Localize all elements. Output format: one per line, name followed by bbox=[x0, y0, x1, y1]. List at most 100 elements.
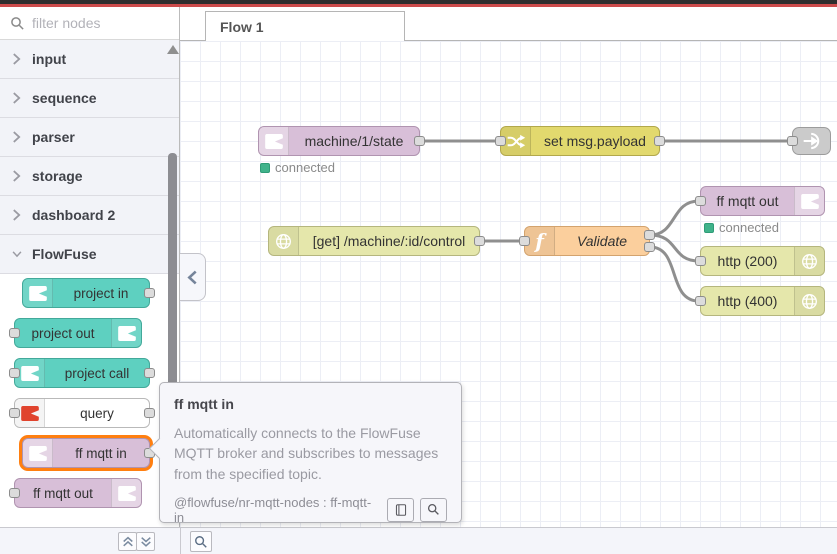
input-port[interactable] bbox=[9, 328, 20, 338]
node-label: Validate bbox=[576, 233, 628, 249]
category-label: storage bbox=[32, 168, 83, 184]
output-port[interactable] bbox=[654, 136, 665, 146]
output-port[interactable] bbox=[414, 136, 425, 146]
palette-node-ff-mqtt-out[interactable]: ff mqtt out bbox=[9, 478, 142, 508]
node-label: ff mqtt out bbox=[716, 193, 779, 209]
input-port[interactable] bbox=[695, 296, 706, 306]
palette-node-label: project in bbox=[73, 285, 129, 301]
palette-node-label: project call bbox=[64, 365, 130, 381]
palette-categories: input sequence parser storage dashboard … bbox=[0, 40, 179, 274]
node-http-in-get-machine-control[interactable]: [get] /machine/:id/control bbox=[268, 226, 485, 256]
palette-toggle-button[interactable] bbox=[180, 253, 206, 301]
double-chevron-down-icon bbox=[140, 536, 151, 547]
input-port[interactable] bbox=[9, 488, 20, 498]
status-label: connected bbox=[719, 220, 779, 235]
editor-footer bbox=[0, 527, 837, 554]
category-label: FlowFuse bbox=[32, 246, 97, 262]
output-port[interactable] bbox=[474, 236, 485, 246]
palette-node-query[interactable]: query bbox=[9, 398, 155, 428]
tab-flow-1[interactable]: Flow 1 bbox=[205, 11, 405, 41]
chevron-right-icon bbox=[12, 91, 22, 105]
node-label: machine/1/state bbox=[304, 133, 404, 149]
open-docs-button[interactable] bbox=[387, 497, 414, 522]
flowfuse-icon bbox=[259, 127, 289, 155]
tooltip-module-id: @flowfuse/nr-mqtt-nodes : ff-mqtt-in bbox=[174, 494, 372, 525]
filter-nodes-input[interactable] bbox=[32, 15, 152, 31]
tooltip-description: Automatically connects to the FlowFuse M… bbox=[174, 425, 439, 482]
palette-node-label: query bbox=[80, 405, 114, 421]
palette-scroll-up-arrow[interactable] bbox=[167, 45, 179, 54]
node-http-response-400[interactable]: http (400) bbox=[695, 286, 825, 316]
category-sequence[interactable]: sequence bbox=[0, 79, 179, 118]
input-port[interactable] bbox=[9, 368, 20, 378]
find-in-palette-button[interactable] bbox=[420, 497, 447, 522]
palette-node-ff-mqtt-in[interactable]: ff mqtt in bbox=[22, 438, 155, 468]
link-out-icon bbox=[793, 128, 830, 154]
input-port[interactable] bbox=[695, 256, 706, 266]
input-port[interactable] bbox=[787, 136, 798, 146]
category-parser[interactable]: parser bbox=[0, 118, 179, 157]
node-label: http (200) bbox=[717, 253, 778, 269]
search-icon bbox=[195, 535, 207, 548]
node-ff-mqtt-out[interactable]: ff mqtt out bbox=[695, 186, 825, 216]
status-label: connected bbox=[275, 160, 335, 175]
tab-label: Flow 1 bbox=[220, 18, 264, 35]
palette-node-label: ff mqtt out bbox=[33, 485, 93, 501]
flow-tab-bar: Flow 1 bbox=[180, 7, 837, 41]
status-dot bbox=[704, 222, 714, 233]
tooltip-title: ff mqtt in bbox=[174, 396, 234, 412]
footer-divider bbox=[180, 528, 181, 554]
flowfuse-icon bbox=[111, 479, 141, 507]
palette-node-project-call[interactable]: project call bbox=[9, 358, 155, 388]
chevron-right-icon bbox=[12, 52, 22, 66]
output-port-1[interactable] bbox=[644, 230, 655, 240]
flowfuse-icon bbox=[111, 319, 141, 347]
category-flowfuse[interactable]: FlowFuse bbox=[0, 235, 179, 274]
output-port[interactable] bbox=[144, 288, 155, 298]
input-port[interactable] bbox=[519, 236, 530, 246]
palette-node-label: ff mqtt in bbox=[75, 445, 127, 461]
category-label: dashboard 2 bbox=[32, 207, 116, 223]
category-input[interactable]: input bbox=[0, 40, 179, 79]
node-http-response-200[interactable]: http (200) bbox=[695, 246, 825, 276]
flowfuse-icon bbox=[23, 439, 53, 467]
chevron-left-icon bbox=[188, 269, 197, 285]
search-icon bbox=[11, 16, 24, 30]
input-port[interactable] bbox=[9, 408, 20, 418]
chevron-down-icon bbox=[12, 249, 22, 259]
category-dashboard-2[interactable]: dashboard 2 bbox=[0, 196, 179, 235]
node-info-tooltip: ff mqtt in Automatically connects to the… bbox=[148, 382, 462, 525]
expand-all-button[interactable] bbox=[136, 532, 155, 551]
globe-icon bbox=[794, 287, 824, 315]
search-flows-button[interactable] bbox=[190, 531, 212, 552]
chevron-right-icon bbox=[12, 208, 22, 222]
globe-icon bbox=[269, 227, 299, 255]
chevron-right-icon bbox=[12, 169, 22, 183]
node-mqtt-machine-state[interactable]: machine/1/state bbox=[258, 126, 425, 156]
collapse-all-button[interactable] bbox=[118, 532, 137, 551]
category-label: parser bbox=[32, 129, 75, 145]
flowfuse-icon bbox=[794, 187, 824, 215]
output-port[interactable] bbox=[144, 408, 155, 418]
node-change-set-payload[interactable]: set msg.payload bbox=[495, 126, 665, 156]
node-status-connected: connected bbox=[704, 220, 779, 235]
node-function-validate[interactable]: f Validate bbox=[519, 226, 655, 256]
palette-node-project-in[interactable]: project in bbox=[22, 278, 155, 308]
flowfuse-icon bbox=[23, 279, 53, 307]
node-label: set msg.payload bbox=[544, 133, 646, 149]
category-label: sequence bbox=[32, 90, 97, 106]
palette-node-project-out[interactable]: project out bbox=[9, 318, 142, 348]
search-icon bbox=[427, 504, 440, 516]
output-port[interactable] bbox=[144, 368, 155, 378]
category-storage[interactable]: storage bbox=[0, 157, 179, 196]
input-port[interactable] bbox=[695, 196, 706, 206]
palette-search[interactable] bbox=[0, 7, 179, 40]
book-icon bbox=[395, 504, 406, 516]
palette-node-label: project out bbox=[31, 325, 95, 341]
status-dot bbox=[260, 162, 270, 173]
node-link-out[interactable] bbox=[787, 127, 831, 155]
node-label: http (400) bbox=[717, 293, 778, 309]
input-port[interactable] bbox=[495, 136, 506, 146]
chevron-right-icon bbox=[12, 130, 22, 144]
output-port-2[interactable] bbox=[644, 242, 655, 252]
